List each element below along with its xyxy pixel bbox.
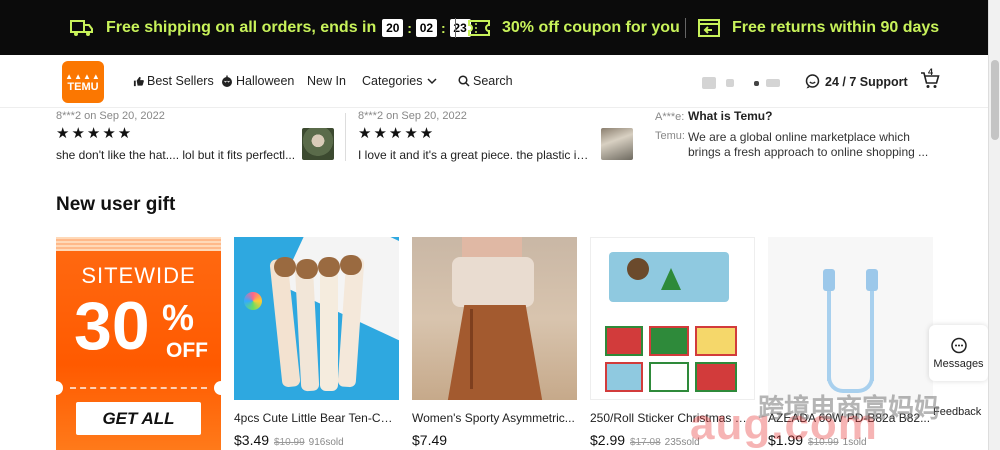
page-scrollbar[interactable] [988, 0, 1000, 450]
nav-best-sellers[interactable]: Best Sellers [133, 74, 214, 88]
product-card[interactable]: Women's Sporty Asymmetric... $7.49 [412, 237, 577, 450]
temu-logo[interactable]: ▲▲▲▲ TEMU [62, 61, 104, 103]
product-image[interactable] [234, 237, 399, 400]
nav-halloween[interactable]: Halloween [221, 74, 294, 88]
coupon-off: OFF [166, 339, 208, 362]
product-sold-count: 916sold [308, 437, 344, 448]
redacted-text [726, 79, 734, 87]
product-price: $2.99 [590, 432, 626, 448]
coupon-divider [70, 387, 207, 389]
faq-question: What is Temu? [688, 109, 773, 123]
free-shipping-banner[interactable]: Free shipping on all orders, ends in 20 … [70, 0, 471, 55]
main-nav: ▲▲▲▲ TEMU Best Sellers Halloween New In … [0, 55, 988, 108]
get-all-button[interactable]: GET ALL [76, 402, 201, 435]
free-returns-text: Free returns within 90 days [732, 18, 940, 36]
product-price: $3.49 [234, 432, 270, 448]
support-label: 24 / 7 Support [825, 74, 908, 89]
feedback-link[interactable]: Feedback [933, 406, 981, 418]
coupon-percent: 30 [74, 288, 150, 364]
product-price: $7.49 [412, 432, 448, 448]
chat-smile-icon [805, 74, 820, 89]
countdown-timer: 20 : 02 : 23 [382, 18, 471, 37]
review-photo[interactable] [302, 128, 334, 160]
product-image[interactable] [590, 237, 755, 400]
messages-button[interactable]: Messages [929, 325, 988, 381]
timer-minutes: 02 [415, 18, 437, 37]
faq-answerer: Temu: [655, 130, 685, 142]
thumbs-up-icon [133, 76, 144, 86]
redacted-text [754, 81, 759, 86]
cart-count: 4 [928, 67, 934, 77]
pumpkin-icon [222, 75, 232, 87]
product-original-price: $17.08 [630, 437, 661, 448]
nav-categories-label: Categories [362, 74, 423, 88]
product-image[interactable] [412, 237, 577, 400]
review-stars: ★★★★★ [358, 125, 436, 142]
product-title: 4pcs Cute Little Bear Ten-Col... [234, 411, 399, 425]
nav-categories[interactable]: Categories [362, 74, 440, 88]
nav-new-in[interactable]: New In [307, 74, 346, 88]
return-box-icon [698, 18, 720, 37]
coupon-stripes [56, 237, 221, 251]
search-icon [458, 75, 470, 87]
review-meta: 8***2 on Sep 20, 2022 [56, 110, 165, 122]
promo-bar: Free shipping on all orders, ends in 20 … [0, 0, 988, 55]
timer-hours: 20 [382, 18, 404, 37]
faq-block: A***e: What is Temu? Temu: We are a glob… [655, 109, 928, 160]
coupon-banner-text: 30% off coupon for you [502, 18, 680, 36]
product-card[interactable]: 4pcs Cute Little Bear Ten-Col... $3.49 $… [234, 237, 399, 450]
coupon-percent-sign: % [162, 297, 195, 338]
promo-divider [455, 18, 456, 38]
promo-divider [685, 18, 686, 38]
truck-icon [70, 19, 93, 36]
logo-text: TEMU [67, 80, 99, 93]
redacted-text [766, 79, 780, 87]
review-text: she don't like the hat.... lol but it fi… [56, 148, 296, 162]
chevron-down-icon [427, 77, 437, 84]
free-returns-banner[interactable]: Free returns within 90 days [698, 0, 939, 55]
sitewide-coupon-card[interactable]: SITEWIDE 30 % OFF GET ALL [56, 237, 221, 450]
section-title: New user gift [56, 194, 176, 215]
chat-bubble-icon [950, 337, 967, 353]
review-meta: 8***2 on Sep 20, 2022 [358, 110, 467, 122]
product-image[interactable] [768, 237, 933, 400]
review-card: 8***2 on Sep 20, 2022 ★★★★★ I love it an… [358, 110, 593, 162]
account-avatar[interactable] [702, 77, 716, 89]
review-photo[interactable] [601, 128, 633, 160]
faq-answer-line: brings a fresh approach to online shoppi… [688, 145, 929, 159]
support-link[interactable]: 24 / 7 Support [805, 74, 908, 89]
scrollbar-thumb[interactable] [991, 60, 999, 140]
nav-search[interactable]: Search [458, 74, 513, 88]
nav-halloween-label: Halloween [236, 74, 295, 88]
free-shipping-text: Free shipping on all orders, ends in [106, 18, 377, 36]
coupon-notch [56, 381, 63, 395]
nav-new-in-label: New In [307, 74, 346, 88]
watermark-text: 跨境电商富妈妈 [758, 393, 941, 423]
review-card: 8***2 on Sep 20, 2022 ★★★★★ she don't li… [56, 110, 296, 162]
nav-best-sellers-label: Best Sellers [147, 74, 214, 88]
coupon-banner[interactable]: 30% off coupon for you [468, 0, 680, 55]
logo-mark: ▲▲▲▲ [65, 71, 101, 81]
review-divider [345, 113, 346, 161]
nav-search-label: Search [473, 74, 513, 88]
review-stars: ★★★★★ [56, 125, 134, 142]
coupon-notch [214, 381, 221, 395]
messages-label: Messages [933, 357, 984, 370]
ticket-icon [468, 19, 490, 36]
product-original-price: $10.99 [274, 437, 305, 448]
faq-asker: A***e: [655, 111, 685, 123]
coupon-sitewide: SITEWIDE [81, 263, 196, 288]
product-title: Women's Sporty Asymmetric... [412, 411, 575, 425]
cart-button[interactable]: 4 [920, 67, 940, 90]
faq-answer-line: We are a global online marketplace which [688, 130, 910, 144]
review-text: I love it and it's a great piece. the pl… [358, 148, 593, 162]
